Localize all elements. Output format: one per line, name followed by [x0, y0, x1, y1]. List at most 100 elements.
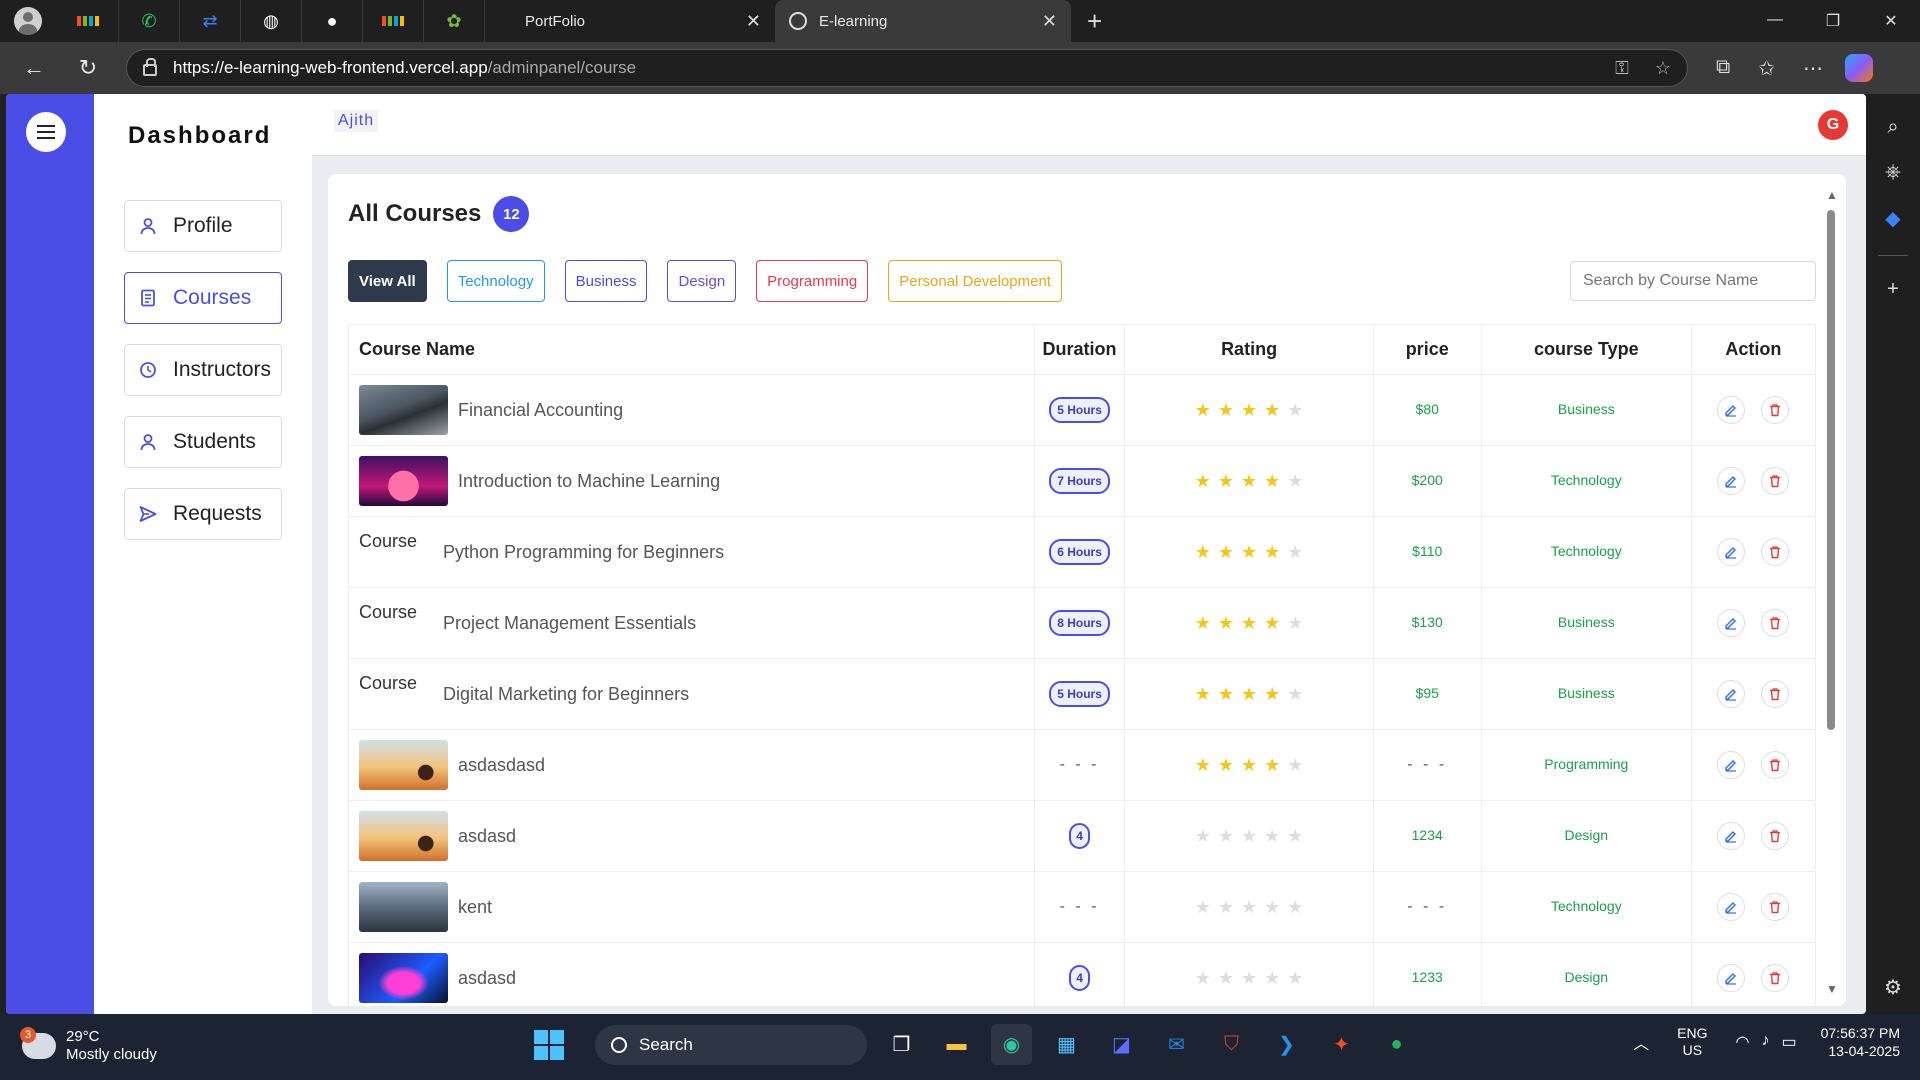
favorite-star-icon[interactable]: ☆	[1655, 58, 1671, 79]
trash-icon[interactable]	[1761, 822, 1790, 850]
star-icon[interactable]: ★	[1241, 613, 1257, 634]
extensions-icon[interactable]: ⧉	[1716, 56, 1730, 81]
star-icon[interactable]: ★	[1264, 968, 1280, 989]
star-icon[interactable]: ★	[1218, 826, 1234, 847]
scroll-up-icon[interactable]: ▲	[1826, 188, 1838, 202]
star-icon[interactable]: ★	[1287, 400, 1303, 421]
sidebar-item-requests[interactable]: Requests	[124, 488, 282, 540]
trash-icon[interactable]	[1761, 680, 1790, 708]
microsoft-store-icon[interactable]: ▦	[1046, 1024, 1087, 1065]
minimize-icon[interactable]: —	[1746, 11, 1804, 31]
file-explorer-icon[interactable]: ▬	[936, 1024, 977, 1065]
address-bar[interactable]: https://e-learning-web-frontend.vercel.a…	[126, 49, 1688, 87]
chevron-up-icon[interactable]: ︿	[1633, 1030, 1649, 1054]
pinned-tab-globe[interactable]: ◍	[241, 0, 302, 42]
pinned-tab-game[interactable]: ✿	[424, 0, 485, 42]
tab-e-learning[interactable]: E-learning ✕	[775, 0, 1071, 42]
edit-icon[interactable]	[1717, 538, 1746, 566]
star-icon[interactable]: ★	[1195, 826, 1211, 847]
search-input[interactable]	[1570, 261, 1816, 301]
star-icon[interactable]: ★	[1195, 968, 1211, 989]
figma-icon[interactable]: ✦	[1321, 1024, 1362, 1065]
wifi-icon[interactable]: ◠	[1736, 1032, 1750, 1052]
edit-icon[interactable]	[1717, 964, 1746, 992]
volume-icon[interactable]: ♪	[1761, 1032, 1769, 1052]
star-icon[interactable]: ★	[1195, 400, 1211, 421]
scrollbar-thumb[interactable]	[1827, 210, 1835, 730]
trash-icon[interactable]	[1761, 609, 1790, 637]
start-button[interactable]	[528, 1024, 569, 1065]
maximize-icon[interactable]: ❐	[1804, 11, 1862, 31]
filter-chip-design[interactable]: Design	[667, 260, 737, 302]
star-rating[interactable]: ★ ★ ★ ★ ★	[1195, 755, 1304, 776]
star-icon[interactable]: ★	[1241, 826, 1257, 847]
sidebar-item-instructors[interactable]: Instructors	[124, 344, 282, 396]
star-rating[interactable]: ★ ★ ★ ★ ★	[1195, 400, 1304, 421]
star-icon[interactable]: ★	[1287, 897, 1303, 918]
edit-icon[interactable]	[1717, 609, 1746, 637]
star-rating[interactable]: ★ ★ ★ ★ ★	[1195, 968, 1304, 989]
star-icon[interactable]: ★	[1287, 542, 1303, 563]
extension-diamond-icon[interactable]: ◆	[1885, 206, 1900, 231]
star-icon[interactable]: ★	[1241, 755, 1257, 776]
column-header-rating[interactable]: Rating	[1124, 324, 1374, 375]
star-icon[interactable]: ★	[1218, 684, 1234, 705]
search-icon[interactable]: ⌕	[1887, 116, 1898, 139]
star-icon[interactable]: ★	[1287, 471, 1303, 492]
star-icon[interactable]: ★	[1218, 542, 1234, 563]
trash-icon[interactable]	[1761, 467, 1790, 495]
star-icon[interactable]: ★	[1264, 542, 1280, 563]
filter-chip-view-all[interactable]: View All	[348, 260, 427, 302]
edge-browser-icon[interactable]: ◉	[991, 1024, 1032, 1065]
star-icon[interactable]: ★	[1218, 755, 1234, 776]
editor-app-icon[interactable]: ◪	[1101, 1024, 1142, 1065]
edit-icon[interactable]	[1717, 751, 1746, 779]
filter-chip-programming[interactable]: Programming	[756, 260, 869, 302]
close-tab-icon[interactable]: ✕	[746, 11, 761, 32]
trash-icon[interactable]	[1761, 751, 1790, 779]
star-rating[interactable]: ★ ★ ★ ★ ★	[1195, 684, 1304, 705]
column-header-course-type[interactable]: course Type	[1480, 324, 1692, 375]
edit-icon[interactable]	[1717, 822, 1746, 850]
task-view-icon[interactable]: ❐	[881, 1024, 922, 1065]
edit-icon[interactable]	[1717, 680, 1746, 708]
edit-icon[interactable]	[1717, 893, 1746, 921]
star-rating[interactable]: ★ ★ ★ ★ ★	[1195, 897, 1304, 918]
new-tab-icon[interactable]: +	[1087, 6, 1102, 37]
sidebar-item-courses[interactable]: Courses	[124, 272, 282, 324]
star-icon[interactable]: ★	[1241, 968, 1257, 989]
star-icon[interactable]: ★	[1195, 613, 1211, 634]
column-header-duration[interactable]: Duration	[1033, 324, 1126, 375]
close-tab-icon[interactable]: ✕	[1042, 11, 1057, 32]
back-icon[interactable]: ←	[14, 48, 54, 88]
more-menu-icon[interactable]: ⋯	[1803, 56, 1823, 81]
star-icon[interactable]: ★	[1264, 613, 1280, 634]
refresh-icon[interactable]: ↻	[68, 48, 108, 88]
star-icon[interactable]: ★	[1218, 400, 1234, 421]
star-icon[interactable]: ★	[1287, 968, 1303, 989]
star-icon[interactable]: ★	[1241, 897, 1257, 918]
star-icon[interactable]: ★	[1241, 684, 1257, 705]
star-icon[interactable]: ★	[1287, 826, 1303, 847]
close-window-icon[interactable]: ✕	[1862, 11, 1920, 31]
pinned-tab-microsoft-store[interactable]	[58, 0, 119, 42]
star-rating[interactable]: ★ ★ ★ ★ ★	[1195, 613, 1304, 634]
star-icon[interactable]: ★	[1264, 755, 1280, 776]
star-rating[interactable]: ★ ★ ★ ★ ★	[1195, 542, 1304, 563]
star-icon[interactable]: ★	[1195, 684, 1211, 705]
star-icon[interactable]: ★	[1218, 471, 1234, 492]
star-icon[interactable]: ★	[1195, 471, 1211, 492]
edit-icon[interactable]	[1717, 396, 1746, 424]
key-icon[interactable]: ⚿	[1615, 58, 1629, 79]
taskbar-search[interactable]: Search	[595, 1024, 867, 1065]
filter-chip-personal-development[interactable]: Personal Development	[888, 260, 1062, 302]
favorites-icon[interactable]: ✩	[1758, 56, 1775, 81]
pinned-tab-github[interactable]: ●	[302, 0, 363, 42]
star-icon[interactable]: ★	[1195, 755, 1211, 776]
hamburger-menu-icon[interactable]	[26, 112, 66, 152]
trash-icon[interactable]	[1761, 538, 1790, 566]
spotify-icon[interactable]: ●	[1376, 1024, 1417, 1065]
vertical-scrollbar[interactable]: ▲ ▼	[1826, 188, 1838, 996]
copilot-icon[interactable]	[1845, 54, 1874, 82]
scroll-down-icon[interactable]: ▼	[1826, 982, 1838, 996]
